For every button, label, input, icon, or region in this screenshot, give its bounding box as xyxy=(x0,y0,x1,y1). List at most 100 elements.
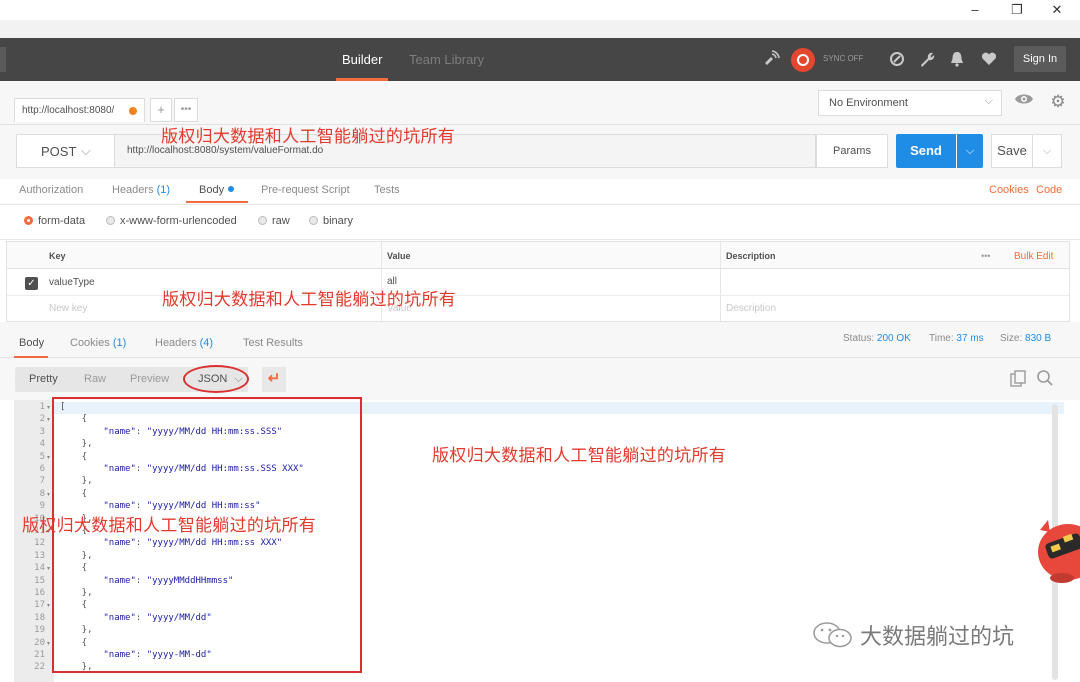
watermark-text: 版权归大数据和人工智能躺过的坑所有 xyxy=(161,127,456,147)
line-number: 19 xyxy=(34,625,45,636)
fold-arrow-icon[interactable]: ▾ xyxy=(47,565,50,572)
status-label: Status: xyxy=(843,333,875,344)
watermark-text: 版权归大数据和人工智能躺过的坑所有 xyxy=(162,290,457,310)
sync-icon[interactable] xyxy=(791,48,815,72)
annotation-ellipse xyxy=(183,365,249,393)
tab-test-results[interactable]: Test Results xyxy=(243,337,303,349)
view-mode-group: Pretty Raw Preview xyxy=(15,367,185,392)
tab-more-button[interactable]: ••• xyxy=(174,98,198,122)
restore-button[interactable]: ❐ xyxy=(1002,1,1032,19)
radio-label: x-www-form-urlencoded xyxy=(120,215,237,227)
send-dropdown-button[interactable]: ⌵ xyxy=(957,134,983,168)
method-select[interactable]: POST ⌵ xyxy=(16,134,115,168)
size-readout: Size: 830 B xyxy=(1000,333,1051,344)
radio-icon xyxy=(106,216,115,225)
request-tab[interactable]: http://localhost:8080/ xyxy=(14,98,145,122)
bulk-edit-link[interactable]: Bulk Edit xyxy=(1014,251,1053,262)
brand-watermark: 大数据躺过的坑 xyxy=(860,625,1015,650)
tab-body-underline xyxy=(186,201,248,203)
view-preview[interactable]: Preview xyxy=(130,373,169,385)
size-label: Size: xyxy=(1000,333,1023,344)
radio-icon xyxy=(309,216,318,225)
time-value: 37 ms xyxy=(956,333,984,344)
tab-tests[interactable]: Tests xyxy=(374,184,400,196)
column-description: Description xyxy=(726,251,776,261)
line-number: 15 xyxy=(34,575,45,586)
sign-in-button[interactable]: Sign In xyxy=(1014,46,1066,72)
search-icon[interactable] xyxy=(1036,369,1054,387)
view-raw[interactable]: Raw xyxy=(84,373,106,385)
params-button[interactable]: Params xyxy=(816,134,888,168)
save-dropdown-button[interactable]: ⌵ xyxy=(1033,134,1062,168)
line-number: 4 xyxy=(39,439,45,450)
wrap-lines-icon[interactable]: ↵ xyxy=(262,367,286,392)
copy-icon[interactable] xyxy=(1010,370,1026,388)
tab-headers-count: (4) xyxy=(199,337,214,349)
new-description-input[interactable]: Description xyxy=(726,303,776,314)
radio-label: form-data xyxy=(38,215,86,227)
status-value: 200 OK xyxy=(876,333,911,344)
row-checkbox[interactable]: ✓ xyxy=(25,277,38,290)
view-pretty[interactable]: Pretty xyxy=(29,373,58,385)
gear-icon[interactable]: ⚙ xyxy=(1044,90,1072,116)
window-strip xyxy=(0,20,1080,38)
response-tabs: Body Cookies (1) Headers (4) Test Result… xyxy=(0,322,1080,358)
tab-team-library[interactable]: Team Library xyxy=(409,52,484,67)
minimize-button[interactable]: – xyxy=(960,1,990,19)
code-link[interactable]: Code xyxy=(1036,184,1062,196)
line-number: 1 xyxy=(39,402,45,412)
tab-headers[interactable]: Headers (1) xyxy=(112,184,170,196)
columns-more-button[interactable]: ••• xyxy=(981,251,990,261)
tab-prerequest-script[interactable]: Pre-request Script xyxy=(261,184,350,196)
radio-form-data[interactable]: form-data xyxy=(24,215,85,227)
save-button[interactable]: Save xyxy=(991,134,1033,168)
line-number: 16 xyxy=(34,588,45,598)
line-number: 7 xyxy=(39,476,45,487)
tab-builder[interactable]: Builder xyxy=(342,52,382,67)
interceptor-icon[interactable] xyxy=(888,50,906,68)
tab-response-body[interactable]: Body xyxy=(19,337,44,349)
chevron-down-icon: ⌵ xyxy=(81,143,91,158)
tab-headers-label: Headers xyxy=(155,337,197,349)
chevron-down-icon: ⌵ xyxy=(984,95,993,107)
tab-response-headers[interactable]: Headers (4) xyxy=(155,337,213,349)
table-header: Key Value Description ••• Bulk Edit xyxy=(7,242,1069,269)
new-tab-button[interactable]: + xyxy=(150,98,172,122)
line-number: 6 xyxy=(39,464,45,474)
wechat-logo-icon xyxy=(812,620,854,656)
new-key-input[interactable]: New key xyxy=(49,303,87,314)
tab-response-cookies[interactable]: Cookies (1) xyxy=(70,337,126,349)
bell-icon[interactable] xyxy=(948,50,966,68)
fold-arrow-icon[interactable]: ▾ xyxy=(47,454,50,461)
request-subtabs: Authorization Headers (1) Body Pre-reque… xyxy=(0,179,1080,205)
environment-select[interactable]: No Environment ⌵ xyxy=(818,90,1002,116)
line-number: 9 xyxy=(39,501,45,512)
watermark-text: 版权归大数据和人工智能躺过的坑所有 xyxy=(22,516,317,536)
satellite-icon[interactable] xyxy=(762,50,780,68)
radio-binary[interactable]: binary xyxy=(309,215,353,227)
fold-arrow-icon[interactable]: ▾ xyxy=(47,404,50,411)
fold-arrow-icon[interactable]: ▾ xyxy=(47,602,50,609)
radio-urlencoded[interactable]: x-www-form-urlencoded xyxy=(106,215,237,227)
radio-icon xyxy=(258,216,267,225)
line-number: 20 xyxy=(34,637,45,648)
close-button[interactable]: ✕ xyxy=(1042,1,1072,19)
column-value: Value xyxy=(387,251,411,261)
tab-body[interactable]: Body xyxy=(199,184,235,196)
tab-headers-count: (1) xyxy=(156,184,171,196)
eye-icon[interactable] xyxy=(1010,90,1038,116)
radio-raw[interactable]: raw xyxy=(258,215,290,227)
row-key[interactable]: valueType xyxy=(49,277,95,288)
wrench-icon[interactable] xyxy=(918,50,936,68)
body-dot-icon xyxy=(228,186,235,192)
fold-arrow-icon[interactable]: ▾ xyxy=(47,491,50,498)
fold-arrow-icon[interactable]: ▾ xyxy=(47,416,50,423)
body-mode-row: form-data x-www-form-urlencoded raw bina… xyxy=(0,206,1080,240)
cookies-link[interactable]: Cookies xyxy=(989,184,1029,196)
tab-authorization[interactable]: Authorization xyxy=(19,184,83,196)
fold-arrow-icon[interactable]: ▾ xyxy=(47,640,50,647)
heart-icon[interactable] xyxy=(980,50,998,68)
environment-label: No Environment xyxy=(829,97,908,109)
send-button[interactable]: Send xyxy=(896,134,956,168)
line-number: 22 xyxy=(34,662,45,673)
